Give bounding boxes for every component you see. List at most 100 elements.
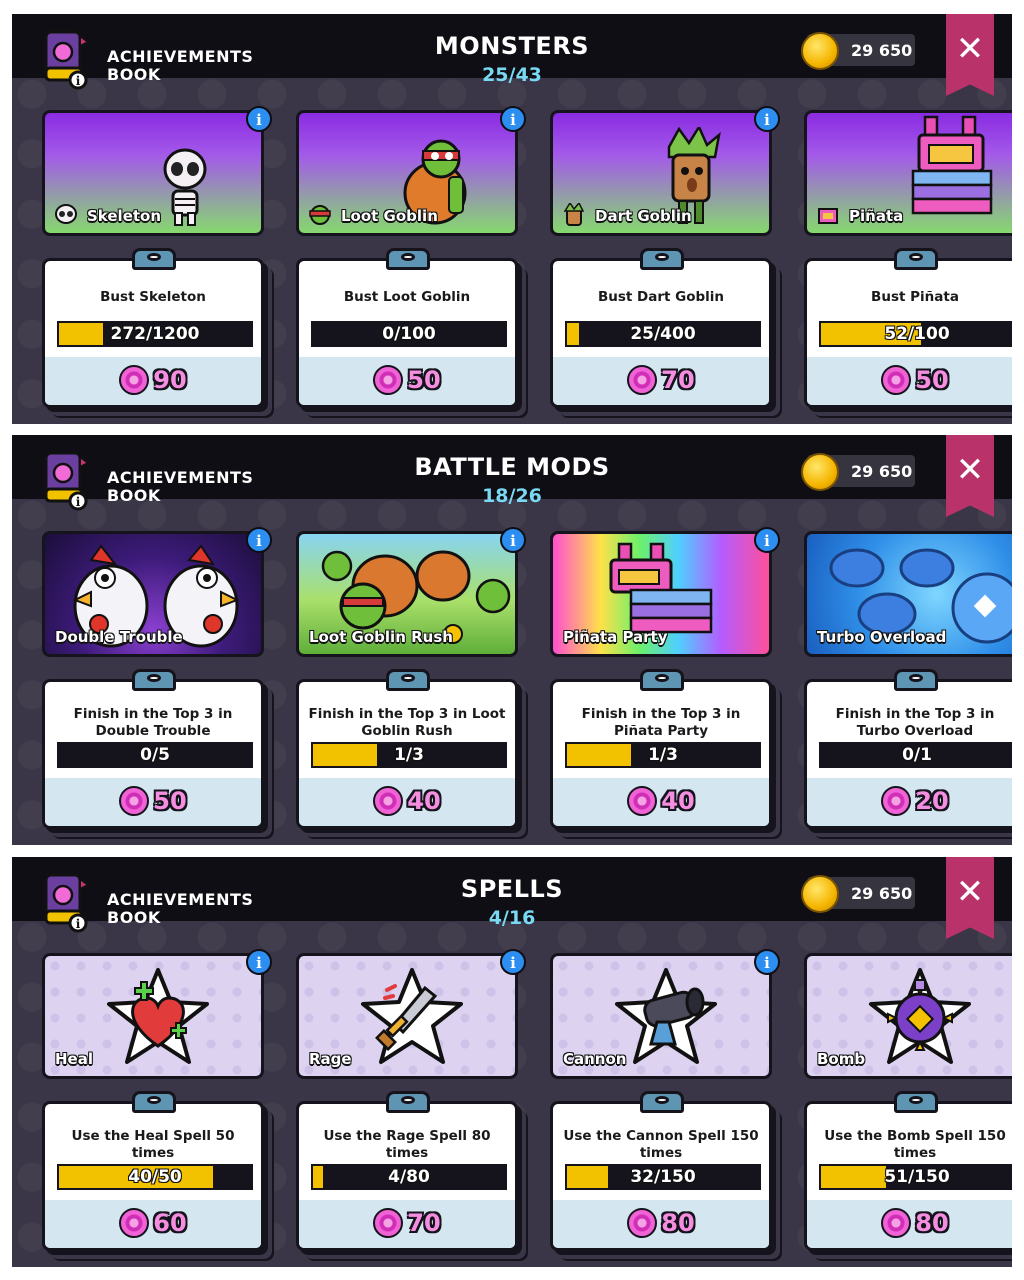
achievement-card: Finish in the Top 3 in Piñata Party 1/3 … bbox=[550, 679, 772, 829]
progress-bar: 32/150 bbox=[565, 1164, 761, 1190]
card-name: Rage bbox=[309, 1050, 352, 1068]
clipboard-clip bbox=[132, 669, 176, 691]
gem-icon bbox=[881, 786, 912, 816]
pinata-illustration bbox=[911, 115, 993, 215]
progress-label: 40/50 bbox=[128, 1167, 182, 1187]
gem-icon bbox=[627, 365, 658, 395]
svg-text:i: i bbox=[76, 74, 81, 88]
progress-label: 1/3 bbox=[648, 745, 678, 765]
clipboard-clip bbox=[894, 669, 938, 691]
reward-amount: 50 bbox=[407, 366, 441, 394]
info-button[interactable]: i bbox=[246, 949, 272, 975]
monster-card-skeleton[interactable]: Skeleton bbox=[42, 110, 264, 236]
achievements-book-icon[interactable]: i bbox=[42, 449, 88, 511]
reward-amount: 80 bbox=[661, 1209, 695, 1237]
battle-mod-card-turbo-overload[interactable]: Turbo Overload bbox=[804, 531, 1012, 657]
progress-bar: 4/80 bbox=[311, 1164, 507, 1190]
achievement-task: Use the Rage Spell 80 times bbox=[323, 1128, 491, 1161]
info-button[interactable]: i bbox=[246, 527, 272, 553]
progress-bar: 1/3 bbox=[311, 742, 507, 768]
progress-label: 0/5 bbox=[140, 745, 170, 765]
progress-bar: 272/1200 bbox=[57, 321, 253, 347]
close-button[interactable]: ✕ bbox=[946, 857, 994, 939]
rage-illustration bbox=[361, 968, 463, 1064]
spell-card-bomb[interactable]: Bomb bbox=[804, 953, 1012, 1079]
reward-amount: 90 bbox=[153, 366, 187, 394]
achievement-task: Finish in the Top 3 in Double Trouble bbox=[73, 706, 233, 739]
info-button[interactable]: i bbox=[500, 106, 526, 132]
gem-icon bbox=[373, 786, 404, 816]
section-title: MONSTERS bbox=[434, 32, 590, 60]
loot-goblin-icon bbox=[309, 205, 331, 225]
clipboard-clip bbox=[386, 248, 430, 270]
progress-label: 0/100 bbox=[382, 324, 436, 344]
reward: 40 bbox=[553, 786, 769, 818]
clipboard-clip bbox=[386, 1091, 430, 1113]
section-progress-count: 18/26 bbox=[482, 485, 542, 507]
gem-icon bbox=[881, 365, 912, 395]
monster-card-loot-goblin[interactable]: Loot Goblin bbox=[296, 110, 518, 236]
gem-icon bbox=[373, 365, 404, 395]
skull-icon bbox=[55, 204, 77, 224]
achievements-book-icon[interactable]: i bbox=[42, 871, 88, 933]
bomb-illustration bbox=[869, 968, 971, 1064]
reward-amount: 20 bbox=[915, 787, 949, 815]
info-button[interactable]: i bbox=[246, 106, 272, 132]
clipboard-clip bbox=[640, 1091, 684, 1113]
achievements-panel-monsters: i ACHIEVEMENTS BOOK MONSTERS 25/43 29 65… bbox=[12, 14, 1012, 424]
monster-card-pinata[interactable]: Piñata bbox=[804, 110, 1012, 236]
info-button[interactable]: i bbox=[754, 527, 780, 553]
achievement-card: Finish in the Top 3 in Turbo Overload 0/… bbox=[804, 679, 1012, 829]
reward: 60 bbox=[45, 1208, 261, 1240]
progress-label: 52/100 bbox=[884, 324, 950, 344]
card-name: Double Trouble bbox=[55, 628, 183, 646]
reward-amount: 40 bbox=[661, 787, 695, 815]
reward: 50 bbox=[807, 365, 1012, 397]
battle-mod-card-double-trouble[interactable]: Double Trouble bbox=[42, 531, 264, 657]
battle-mod-card-loot-goblin-rush[interactable]: Loot Goblin Rush bbox=[296, 531, 518, 657]
achievement-task: Use the Heal Spell 50 times bbox=[71, 1128, 235, 1161]
close-button[interactable]: ✕ bbox=[946, 14, 994, 96]
spell-card-cannon[interactable]: Cannon bbox=[550, 953, 772, 1079]
close-button[interactable]: ✕ bbox=[946, 435, 994, 517]
gem-icon bbox=[119, 786, 150, 816]
achievements-book-label: ACHIEVEMENTS BOOK bbox=[107, 47, 254, 84]
cannon-illustration bbox=[615, 968, 717, 1064]
info-button[interactable]: i bbox=[754, 949, 780, 975]
progress-bar: 52/100 bbox=[819, 321, 1012, 347]
card-name: Piñata bbox=[849, 207, 904, 225]
header-bar: i ACHIEVEMENTS BOOK SPELLS 4/16 29 650 ✕ bbox=[12, 857, 1012, 939]
reward: 80 bbox=[553, 1208, 769, 1240]
progress-label: 4/80 bbox=[388, 1167, 430, 1187]
reward: 40 bbox=[299, 786, 515, 818]
gold-coin-icon bbox=[801, 875, 839, 913]
info-button[interactable]: i bbox=[754, 106, 780, 132]
card-name: Skeleton bbox=[87, 207, 162, 225]
monster-card-dart-goblin[interactable]: Dart Goblin bbox=[550, 110, 772, 236]
spell-card-heal[interactable]: Heal bbox=[42, 953, 264, 1079]
achievement-card: Use the Cannon Spell 150 times 32/150 80 bbox=[550, 1101, 772, 1251]
spell-card-rage[interactable]: Rage bbox=[296, 953, 518, 1079]
card-name: Turbo Overload bbox=[817, 628, 947, 646]
achievement-task: Bust Skeleton bbox=[100, 289, 206, 305]
clipboard-clip bbox=[132, 1091, 176, 1113]
reward-amount: 70 bbox=[661, 366, 695, 394]
info-button[interactable]: i bbox=[500, 949, 526, 975]
reward-amount: 50 bbox=[915, 366, 949, 394]
section-progress-count: 4/16 bbox=[488, 907, 536, 929]
achievements-book-label: ACHIEVEMENTS BOOK bbox=[107, 468, 254, 505]
battle-mod-card-pinata-party[interactable]: Piñata Party bbox=[550, 531, 772, 657]
header-bar: i ACHIEVEMENTS BOOK MONSTERS 25/43 29 65… bbox=[12, 14, 1012, 96]
coin-balance: 29 650 bbox=[801, 32, 915, 70]
info-button[interactable]: i bbox=[500, 527, 526, 553]
achievements-book-icon[interactable]: i bbox=[42, 28, 88, 90]
progress-label: 0/1 bbox=[902, 745, 932, 765]
card-name: Heal bbox=[55, 1050, 93, 1068]
gem-icon bbox=[881, 1208, 912, 1238]
reward: 90 bbox=[45, 365, 261, 397]
close-icon: ✕ bbox=[955, 450, 985, 490]
progress-label: 25/400 bbox=[630, 324, 696, 344]
progress-label: 32/150 bbox=[630, 1167, 696, 1187]
achievement-task: Bust Loot Goblin bbox=[343, 289, 471, 305]
header-bar: i ACHIEVEMENTS BOOK BATTLE MODS 18/26 29… bbox=[12, 435, 1012, 517]
